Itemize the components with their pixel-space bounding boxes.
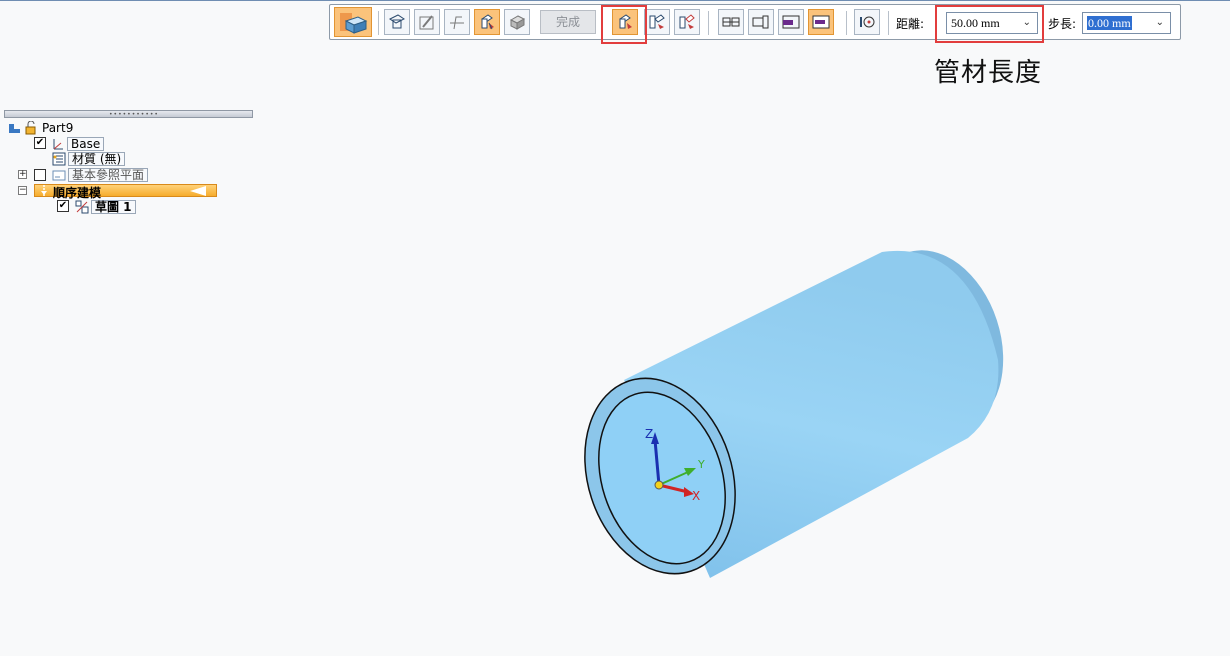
highlight-extent-button: [601, 5, 647, 44]
chevron-down-icon[interactable]: ⌄: [1156, 13, 1164, 33]
material-table-icon: [52, 152, 66, 166]
collapse-icon[interactable]: −: [18, 186, 27, 195]
thin-wall-outside-icon: [782, 15, 800, 29]
axis-label-z: Z: [645, 427, 653, 441]
step-label: 步長:: [1048, 17, 1077, 31]
non-symmetric-extent-button[interactable]: [748, 9, 774, 35]
expand-icon[interactable]: +: [18, 170, 27, 179]
solid-block-icon: [340, 13, 368, 34]
keypoint-icon: [860, 16, 875, 28]
rollback-arrow-icon: [41, 185, 47, 197]
through-next-button[interactable]: [644, 9, 670, 35]
tree-label-sketch: 草圖 1: [91, 200, 136, 214]
treatment-step-button[interactable]: [504, 9, 530, 35]
tree-label-base: Base: [67, 137, 105, 151]
highlight-distance-field: [935, 5, 1044, 43]
from-to-icon: [679, 14, 695, 29]
thin-wall-inside-button[interactable]: [808, 9, 834, 35]
sketch-icon: [75, 200, 89, 214]
part-icon: [9, 124, 20, 133]
options-button[interactable]: [334, 7, 372, 37]
axis-label-x: X: [692, 489, 700, 503]
plane-icon: [389, 14, 405, 29]
command-bar: 完成 距離: 50.00 mm ⌄ 步長: 0.00 mm ⌄: [329, 4, 1181, 40]
pathfinder-header[interactable]: •••••••••••: [4, 110, 253, 118]
draw-profile-step-button[interactable]: [414, 9, 440, 35]
pencil-icon: [419, 15, 434, 30]
step-value: 0.00 mm: [1087, 16, 1132, 30]
thin-wall-inside-icon: [812, 15, 830, 29]
tree-label-material: 材質 (無): [68, 152, 126, 166]
symmetric-icon: [722, 17, 740, 27]
tree-label-reference-planes: 基本參照平面: [68, 168, 149, 182]
select-plane-step-button[interactable]: [384, 9, 410, 35]
lock-icon: [25, 121, 36, 135]
step-field[interactable]: 0.00 mm ⌄: [1082, 12, 1171, 34]
side-icon: [450, 16, 464, 30]
tree-label-sequential-modeling: 順序建模: [53, 186, 102, 200]
thin-wall-outside-button[interactable]: [778, 9, 804, 35]
keypoint-button[interactable]: [854, 9, 880, 35]
reference-plane-icon: [52, 170, 66, 181]
extent-step-button[interactable]: [474, 9, 500, 35]
grip-handle-icon[interactable]: •••••••••••: [109, 112, 159, 118]
coordinate-system-icon: [53, 139, 63, 150]
tree-item-sequential-modeling[interactable]: 順序建模: [34, 184, 217, 200]
non-symmetric-icon: [752, 15, 769, 29]
extent-icon: [481, 14, 494, 30]
side-step-button[interactable]: [444, 9, 470, 35]
reference-planes-checkbox[interactable]: [34, 169, 46, 181]
through-next-icon: [649, 14, 665, 29]
pipe-model-view[interactable]: Z Y X: [560, 230, 1020, 610]
treatment-icon: [509, 15, 526, 30]
tree-label-part: Part9: [42, 121, 74, 135]
sketch-checkbox[interactable]: ✔: [57, 200, 69, 212]
done-button[interactable]: 完成: [540, 10, 596, 34]
symmetric-extent-button[interactable]: [718, 9, 744, 35]
callout-pipe-length: 管材長度: [934, 58, 1043, 88]
base-checkbox[interactable]: ✔: [34, 137, 46, 149]
from-to-button[interactable]: [674, 9, 700, 35]
axis-label-y: Y: [697, 458, 705, 471]
rollback-marker-icon[interactable]: [190, 186, 206, 196]
distance-label: 距離:: [896, 17, 925, 31]
window-top-border: [0, 0, 1230, 1]
